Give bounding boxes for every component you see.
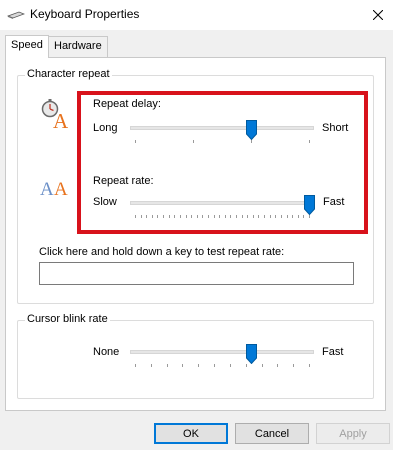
tab-speed-label: Speed xyxy=(11,39,43,51)
slider-tick xyxy=(214,364,215,367)
test-repeat-label: Click here and hold down a key to test r… xyxy=(39,246,285,258)
svg-text:A: A xyxy=(53,109,69,130)
close-button[interactable] xyxy=(363,0,393,30)
cursor-blink-label: Cursor blink rate xyxy=(25,313,110,325)
slider-tick xyxy=(270,215,271,218)
slider-tick xyxy=(214,215,215,218)
close-icon xyxy=(373,10,383,20)
repeat-rate-slider[interactable] xyxy=(130,193,315,221)
slider-tick xyxy=(298,215,299,218)
repeat-delay-icon: A xyxy=(41,99,69,130)
svg-text:A: A xyxy=(54,179,68,200)
slider-tick xyxy=(264,215,265,218)
window-title: Keyboard Properties xyxy=(30,7,140,21)
slider-tick xyxy=(135,140,136,143)
slider-tick xyxy=(157,215,158,218)
cursor-blink-slider[interactable] xyxy=(130,342,314,370)
slider-tick xyxy=(219,215,220,218)
slider-tick xyxy=(275,215,276,218)
slider-tick xyxy=(141,215,142,218)
slider-tick xyxy=(281,215,282,218)
slider-tick xyxy=(253,215,254,218)
repeat-delay-slider[interactable] xyxy=(130,118,314,146)
slider-tick xyxy=(152,215,153,218)
slider-tick xyxy=(236,215,237,218)
slider-tick xyxy=(182,364,183,367)
tab-hardware-label: Hardware xyxy=(54,40,102,52)
slider-tick xyxy=(230,364,231,367)
slider-tick xyxy=(309,140,310,143)
slider-tick xyxy=(303,215,304,218)
cursor-blink-min-label: None xyxy=(93,346,120,358)
slider-track xyxy=(130,126,314,130)
ok-button[interactable]: OK xyxy=(154,423,228,444)
slider-tick xyxy=(309,215,310,218)
keyboard-icon xyxy=(7,11,25,19)
slider-tick xyxy=(197,215,198,218)
slider-tick xyxy=(208,215,209,218)
title-bar: Keyboard Properties xyxy=(0,0,393,30)
slider-tick xyxy=(135,215,136,218)
slider-tick xyxy=(193,140,194,143)
repeat-delay-max-label: Short xyxy=(322,122,349,134)
slider-tick xyxy=(293,364,294,367)
apply-button[interactable]: Apply xyxy=(316,423,390,444)
tab-hardware[interactable]: Hardware xyxy=(48,36,108,57)
slider-tick xyxy=(225,215,226,218)
repeat-rate-max-label: Fast xyxy=(323,196,345,208)
slider-tick xyxy=(191,215,192,218)
tab-speed[interactable]: Speed xyxy=(5,35,49,58)
slider-tick xyxy=(167,364,168,367)
repeat-delay-min-label: Long xyxy=(93,122,118,134)
slider-tick xyxy=(202,215,203,218)
slider-tick xyxy=(135,364,136,367)
slider-tick xyxy=(246,364,247,367)
slider-tick xyxy=(247,215,248,218)
slider-tick xyxy=(258,215,259,218)
svg-text:A: A xyxy=(40,179,54,200)
test-repeat-input[interactable] xyxy=(39,262,354,285)
repeat-rate-icon: A A xyxy=(40,179,68,200)
slider-tick xyxy=(163,215,164,218)
slider-tick xyxy=(198,364,199,367)
slider-tick xyxy=(230,215,231,218)
repeat-rate-label: Repeat rate: xyxy=(93,175,154,187)
slider-tick xyxy=(186,215,187,218)
slider-tick xyxy=(262,364,263,367)
slider-thumb[interactable] xyxy=(246,344,257,364)
slider-tick xyxy=(174,215,175,218)
slider-tick xyxy=(151,364,152,367)
slider-tick xyxy=(180,215,181,218)
slider-tick xyxy=(146,215,147,218)
slider-track xyxy=(130,201,314,205)
slider-tick xyxy=(309,364,310,367)
cursor-blink-max-label: Fast xyxy=(322,346,344,358)
repeat-delay-label: Repeat delay: xyxy=(93,98,161,110)
slider-tick xyxy=(287,215,288,218)
character-repeat-label: Character repeat xyxy=(25,68,112,80)
slider-tick xyxy=(242,215,243,218)
slider-tick xyxy=(251,140,252,143)
slider-thumb[interactable] xyxy=(246,120,257,140)
slider-track xyxy=(130,350,314,354)
slider-tick xyxy=(277,364,278,367)
slider-thumb[interactable] xyxy=(304,195,315,215)
cancel-button[interactable]: Cancel xyxy=(235,423,309,444)
slider-tick xyxy=(169,215,170,218)
repeat-rate-min-label: Slow xyxy=(93,196,117,208)
slider-tick xyxy=(292,215,293,218)
